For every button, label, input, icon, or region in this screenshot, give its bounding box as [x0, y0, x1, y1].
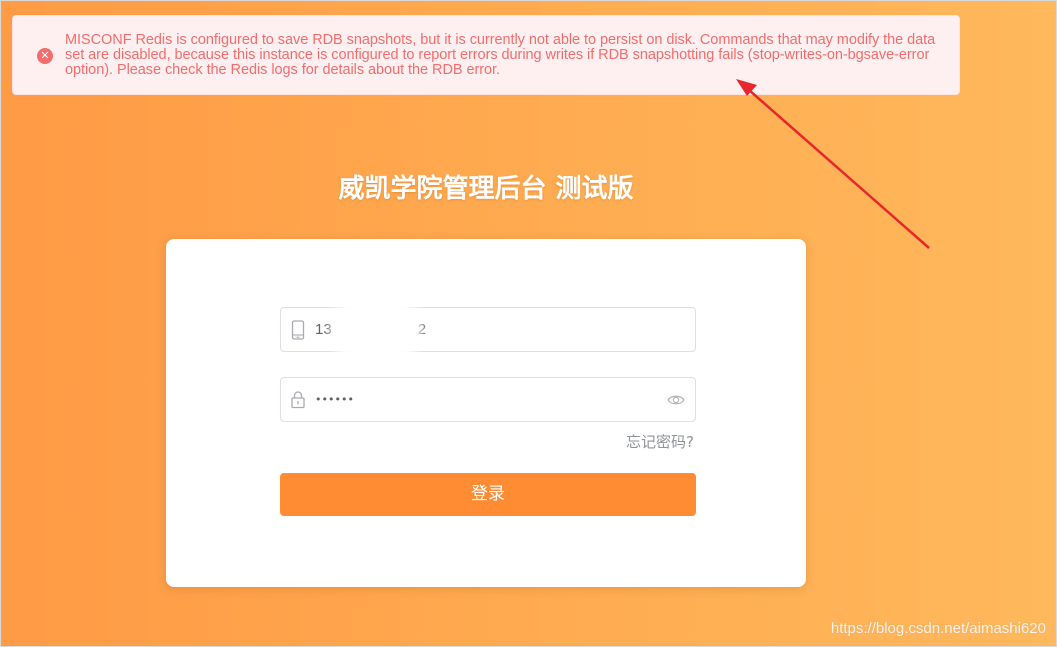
page-title: 威凯学院管理后台 测试版 [338, 174, 634, 204]
login-button[interactable]: 登录 [280, 473, 696, 516]
phone-value-start: 13 [315, 321, 332, 338]
eye-icon[interactable] [667, 392, 685, 408]
lock-icon [291, 391, 305, 409]
error-alert: ✕ MISCONF Redis is configured to save RD… [12, 15, 960, 95]
phone-input[interactable]: 13 2 [280, 296, 696, 364]
privacy-blur-mask [331, 296, 421, 364]
login-page: ✕ MISCONF Redis is configured to save RD… [0, 0, 1057, 647]
password-value: •••••• [315, 393, 354, 406]
mobile-phone-icon [291, 320, 305, 340]
watermark: https://blog.csdn.net/aimashi620 [830, 620, 1046, 637]
login-card: 13 2 •••••• 忘记密码? 登录 [166, 239, 806, 587]
error-circle-icon: ✕ [37, 48, 53, 64]
alert-message: MISCONF Redis is configured to save RDB … [65, 32, 936, 78]
password-input[interactable]: •••••• [280, 377, 696, 422]
forgot-password-link[interactable]: 忘记密码? [626, 432, 694, 452]
